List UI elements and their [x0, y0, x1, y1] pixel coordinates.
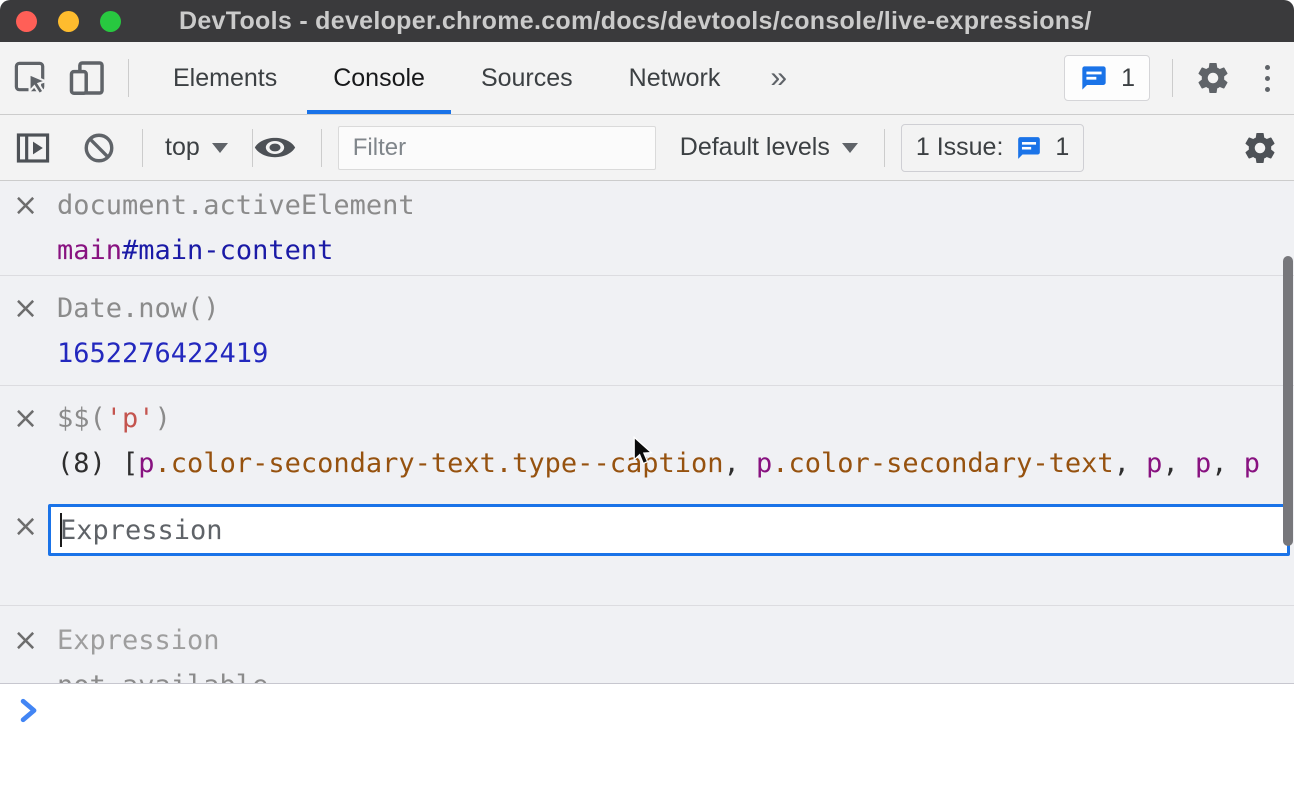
- device-toolbar-icon: [68, 59, 106, 97]
- console-settings-button[interactable]: [1242, 130, 1278, 166]
- issues-badge-count: 1: [1121, 64, 1135, 93]
- expression-text[interactable]: $$('p'): [57, 396, 1294, 441]
- clear-console-button[interactable]: [82, 131, 116, 165]
- expression-result: (8) [p.color-secondary-text.type--captio…: [57, 441, 1294, 486]
- inspect-cursor-icon: [12, 59, 50, 97]
- filter-input[interactable]: [338, 126, 656, 170]
- more-tabs-button[interactable]: »: [748, 61, 809, 95]
- tab-elements[interactable]: Elements: [145, 42, 305, 114]
- gear-icon: [1242, 130, 1278, 166]
- issues-chat-icon: [1015, 135, 1043, 161]
- console-panel: ×document.activeElementmain#main-content…: [0, 181, 1294, 790]
- tab-sources[interactable]: Sources: [453, 42, 601, 114]
- device-toolbar-button[interactable]: [68, 59, 106, 97]
- issues-chat-icon: [1079, 64, 1109, 92]
- issues-counter-button[interactable]: 1: [1064, 55, 1150, 101]
- console-toolbar: top Default levels 1 Issue: 1: [0, 115, 1294, 181]
- live-expressions: ×document.activeElementmain#main-content…: [0, 181, 1294, 684]
- toolbar-divider: [142, 129, 143, 167]
- remove-expression-button[interactable]: ×: [0, 618, 57, 663]
- eye-icon: [253, 132, 297, 163]
- expression-result: 1652276422419: [57, 331, 1294, 376]
- prompt-chevron-icon: [18, 697, 40, 724]
- javascript-context-selector[interactable]: top: [165, 133, 228, 162]
- chevron-down-icon: [842, 143, 858, 153]
- remove-expression-button[interactable]: ×: [0, 286, 57, 331]
- live-expression-row: ×: [0, 495, 1294, 606]
- zoom-window-button[interactable]: [100, 11, 121, 32]
- issue-count-button[interactable]: 1 Issue: 1: [901, 124, 1084, 172]
- expression-text[interactable]: Date.now(): [57, 286, 1294, 331]
- traffic-lights: [16, 11, 121, 32]
- inspect-element-button[interactable]: [12, 59, 50, 97]
- remove-expression-button[interactable]: ×: [0, 396, 57, 441]
- gear-icon: [1195, 60, 1231, 96]
- tab-console[interactable]: Console: [305, 42, 453, 114]
- sidebar-panel-icon: [14, 129, 52, 167]
- expression-result: not available: [57, 663, 1294, 683]
- block-icon: [82, 131, 116, 165]
- console-prompt[interactable]: [0, 684, 1294, 724]
- toolbar-divider: [1172, 59, 1173, 97]
- text-caret: [60, 513, 62, 547]
- minimize-window-button[interactable]: [58, 11, 79, 32]
- live-expression-row: ×$$('p')(8) [p.color-secondary-text.type…: [0, 386, 1294, 495]
- remove-expression-button[interactable]: ×: [0, 183, 57, 228]
- toolbar-divider: [128, 59, 129, 97]
- live-expression-row: ×Expressionnot available: [0, 606, 1294, 683]
- live-expression-input[interactable]: [48, 504, 1290, 556]
- live-expression-row: ×Date.now()1652276422419: [0, 276, 1294, 386]
- live-expression-row: ×document.activeElementmain#main-content: [0, 181, 1294, 276]
- create-live-expression-button[interactable]: [253, 132, 297, 163]
- tab-network[interactable]: Network: [601, 42, 749, 114]
- kebab-icon: [1265, 65, 1270, 70]
- devtools-settings-button[interactable]: [1195, 60, 1231, 96]
- expression-result: main#main-content: [57, 228, 1294, 273]
- window-title: DevTools - developer.chrome.com/docs/dev…: [179, 7, 1092, 36]
- toolbar-divider: [321, 129, 322, 167]
- chevron-down-icon: [212, 143, 228, 153]
- log-levels-selector[interactable]: Default levels: [680, 133, 858, 162]
- vertical-scrollbar-thumb[interactable]: [1283, 256, 1293, 546]
- toolbar-divider: [884, 129, 885, 167]
- console-sidebar-button[interactable]: [14, 129, 52, 167]
- devtools-tabbar: Elements Console Sources Network » 1: [0, 42, 1294, 115]
- window-titlebar: DevTools - developer.chrome.com/docs/dev…: [0, 0, 1294, 42]
- devtools-menu-button[interactable]: [1257, 65, 1278, 92]
- expression-text[interactable]: document.activeElement: [57, 183, 1294, 228]
- expression-text[interactable]: Expression: [57, 618, 1294, 663]
- close-window-button[interactable]: [16, 11, 37, 32]
